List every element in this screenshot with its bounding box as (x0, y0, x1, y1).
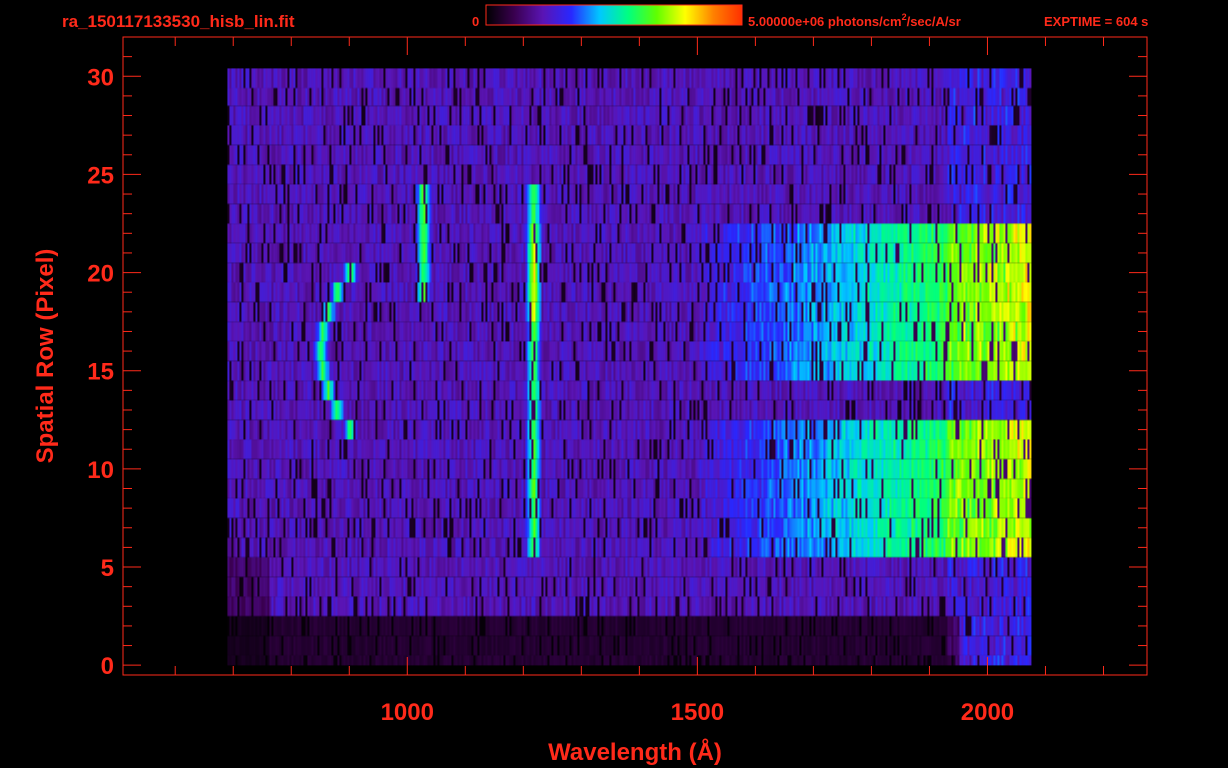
y-tick-label: 5 (101, 555, 114, 582)
y-tick-label: 15 (87, 359, 114, 386)
spectrum-heatmap-image (227, 68, 1032, 666)
y-tick-label: 30 (87, 64, 114, 91)
x-tick-label: 1500 (671, 699, 724, 726)
x-axis-label: Wavelength (Å) (548, 738, 722, 766)
y-tick-label: 20 (87, 261, 114, 288)
colorbar-min-label: 0 (472, 14, 479, 29)
y-tick-label: 10 (87, 457, 114, 484)
x-tick-label: 2000 (961, 699, 1014, 726)
y-tick-label: 25 (87, 162, 114, 189)
spectrum-image (227, 68, 1032, 666)
file-title: ra_150117133530_hisb_lin.fit (62, 12, 295, 31)
spectrum-plot: ra_150117133530_hisb_lin.fit 0 5.00000e+… (32, 4, 1148, 766)
x-tick-label: 1000 (381, 699, 434, 726)
spectrum-image-viewer: ra_150117133530_hisb_lin.fit 0 5.00000e+… (0, 0, 1228, 768)
exptime-label: EXPTIME = 604 s (1044, 14, 1148, 29)
colorbar-max-label: 5.00000e+06 photons/cm2/sec/A/sr (748, 12, 961, 29)
y-tick-label: 0 (101, 653, 114, 680)
colorbar (485, 4, 743, 26)
y-axis-label: Spatial Row (Pixel) (32, 249, 59, 464)
